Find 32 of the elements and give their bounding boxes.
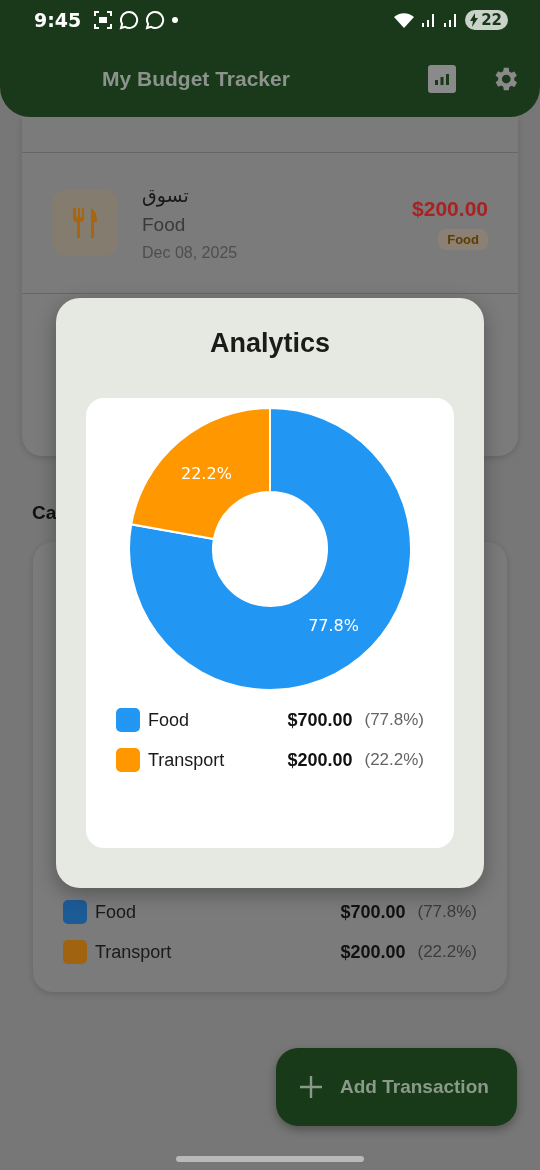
dot-icon: [171, 16, 180, 24]
legend-amount: $200.00: [340, 941, 406, 963]
transaction-amount: $200.00: [412, 196, 488, 221]
legend-percent: (22.2%): [364, 750, 424, 770]
dialog-title: Analytics: [209, 328, 331, 359]
chart-icon[interactable]: [428, 64, 456, 93]
chat-icon: [119, 10, 140, 30]
plus-icon: [300, 1076, 322, 1098]
status-time: 9:45: [34, 9, 82, 31]
category-tag: Food: [438, 228, 488, 250]
legend-percent: (22.2%): [417, 942, 477, 962]
slice-label: 22.2%: [181, 464, 232, 484]
transaction-category: Food: [142, 214, 187, 236]
legend-label: Transport: [148, 749, 226, 771]
slice-label: 77.8%: [308, 615, 359, 635]
legend-amount: $700.00: [340, 901, 406, 923]
legend-amount: $700.00: [287, 709, 353, 731]
legend-percent: (77.8%): [364, 710, 424, 730]
wifi-icon: [393, 11, 416, 29]
legend-amount: $200.00: [287, 749, 353, 771]
screenshot-icon: [93, 10, 114, 30]
app-title: My Budget Tracker: [102, 66, 291, 91]
legend-label: Food: [148, 709, 191, 731]
transaction-title: تسوق: [142, 184, 190, 206]
chat-icon: [145, 10, 166, 30]
legend-label: Food: [95, 901, 138, 923]
battery-indicator: 22: [465, 10, 508, 30]
fork-knife-icon: [71, 208, 99, 238]
legend-label: Transport: [95, 941, 173, 963]
legend-percent: (77.8%): [417, 902, 477, 922]
section-heading: Ca: [32, 502, 57, 524]
add-transaction-button[interactable]: Add Transaction: [276, 1048, 517, 1126]
